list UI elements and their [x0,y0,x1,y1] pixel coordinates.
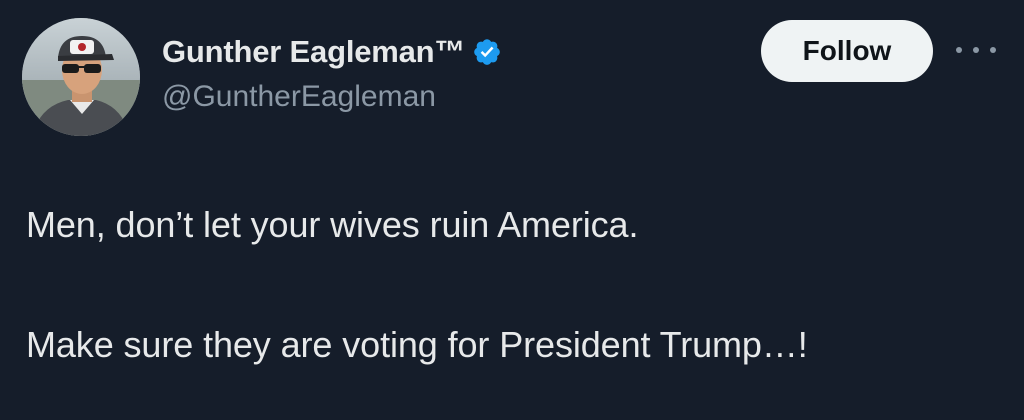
more-dot [956,47,962,53]
author-name-row: Gunther Eagleman™ [162,30,502,74]
verified-badge-icon[interactable] [472,37,502,67]
tweet-text-line: Men, don’t let your wives ruin America. [26,204,639,245]
author-display-name[interactable]: Gunther Eagleman™ [162,34,465,70]
tweet-card: Gunther Eagleman™ @GuntherEagleman Follo… [0,0,1024,420]
follow-button[interactable]: Follow [761,20,933,82]
more-horizontal-icon[interactable] [956,36,996,64]
avatar-photo [22,18,140,136]
author-handle[interactable]: @GuntherEagleman [162,80,436,114]
avatar[interactable] [22,18,140,136]
more-dot [990,47,996,53]
more-dot [973,47,979,53]
tweet-text-line: Make sure they are voting for President … [26,324,808,365]
